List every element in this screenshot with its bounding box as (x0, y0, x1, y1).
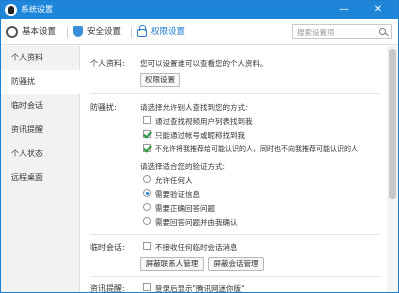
radio-label: 允许任何人 (155, 176, 193, 185)
scrollbar-thumb[interactable] (389, 49, 396, 199)
sidebar-item-news-alerts[interactable]: 资讯提醒 (1, 118, 80, 142)
radio-require-verification[interactable] (143, 189, 151, 197)
tab-security-settings[interactable]: 安全设置 (73, 24, 121, 40)
sidebar-item-anti-harassment[interactable]: 防骚扰 (1, 70, 81, 94)
title-bar[interactable]: 系统设置 — ✕ (1, 1, 398, 19)
vertical-scrollbar[interactable] (387, 46, 398, 292)
radio-answer-question[interactable] (143, 203, 151, 211)
profile-description: 您可以设置谁可以查看您的个人资料。 (140, 59, 268, 68)
blocked-sessions-button[interactable]: 屏蔽会话管理 (208, 257, 264, 271)
section-label-profile: 个人资料: (90, 59, 125, 68)
search-input[interactable]: 搜索设置项 (292, 24, 392, 39)
radio-allow-anyone[interactable] (143, 175, 151, 183)
tab-label: 权限设置 (151, 27, 186, 37)
settings-tabs: 基本设置 安全设置 权限设置 搜索设置项 (1, 19, 398, 45)
checkbox-show-tencent-mini[interactable] (143, 283, 151, 291)
tab-separator (131, 27, 132, 38)
sidebar-item-temp-chat[interactable]: 临时会话 (1, 94, 80, 118)
checkbox-label: 只能通过帐号或昵称找到我 (155, 131, 245, 140)
find-method-title: 请选择允许别人查找到您的方式: (140, 103, 248, 112)
shield-icon (73, 26, 83, 37)
section-label-temp-chat: 临时会话: (90, 243, 125, 252)
radio-label: 需要回答问题并由我确认 (155, 218, 238, 227)
checkbox-label: 登录后显示"腾讯网迷你版" (155, 284, 245, 292)
section-divider (90, 93, 380, 94)
tab-label: 安全设置 (87, 27, 122, 37)
verify-method-title: 请选择适合您的验证方式: (140, 162, 226, 171)
checkbox-find-by-account-only[interactable] (143, 130, 151, 138)
settings-window: 系统设置 — ✕ 基本设置 安全设置 权限设置 搜索设置项 个人资料 防骚扰 临… (0, 0, 399, 293)
sidebar-item-remote-desktop[interactable]: 远程桌面 (1, 166, 80, 190)
radio-label: 需要正确回答问题 (155, 204, 215, 213)
section-divider (90, 234, 380, 235)
minimize-button[interactable]: — (331, 1, 357, 19)
section-divider (90, 276, 380, 277)
gear-icon (6, 25, 18, 38)
checkbox-block-temp-chat[interactable] (143, 242, 151, 250)
search-icon[interactable] (379, 28, 386, 35)
permission-settings-button[interactable]: 权限设置 (140, 73, 180, 87)
section-label-news: 资讯提醒: (90, 284, 125, 292)
sidebar-item-status[interactable]: 个人状态 (1, 142, 80, 166)
tab-separator (67, 27, 68, 38)
tab-label: 基本设置 (22, 27, 57, 37)
lock-icon (137, 25, 147, 37)
checkbox-label: 不允许将我推荐给可能认识的人，同时也不向我推荐可能认识的人 (155, 145, 358, 153)
radio-label: 需要验证信息 (155, 190, 200, 199)
radio-answer-and-confirm[interactable] (143, 217, 151, 225)
sidebar: 个人资料 防骚扰 临时会话 资讯提醒 个人状态 远程桌面 (1, 46, 81, 292)
close-button[interactable]: ✕ (365, 1, 391, 19)
sidebar-item-profile[interactable]: 个人资料 (1, 46, 80, 70)
checkbox-label: 不接收任何临时会话消息 (155, 243, 238, 252)
app-penguin-icon (5, 4, 17, 16)
search-placeholder: 搜索设置项 (297, 28, 335, 37)
tab-permission-settings[interactable]: 权限设置 (137, 24, 185, 40)
blocked-contacts-button[interactable]: 屏蔽联系人管理 (140, 257, 204, 271)
window-title: 系统设置 (21, 5, 53, 14)
checkbox-label: 通过查找视频用户列表找到我 (155, 117, 253, 126)
checkbox-no-recommendation[interactable] (143, 144, 151, 152)
tab-basic-settings[interactable]: 基本设置 (6, 24, 56, 40)
settings-content: 个人资料: 您可以设置谁可以查看您的个人资料。 权限设置 防骚扰: 请选择允许别… (81, 46, 386, 292)
section-label-anti-harassment: 防骚扰: (90, 103, 117, 112)
checkbox-find-by-video-list[interactable] (143, 116, 151, 124)
